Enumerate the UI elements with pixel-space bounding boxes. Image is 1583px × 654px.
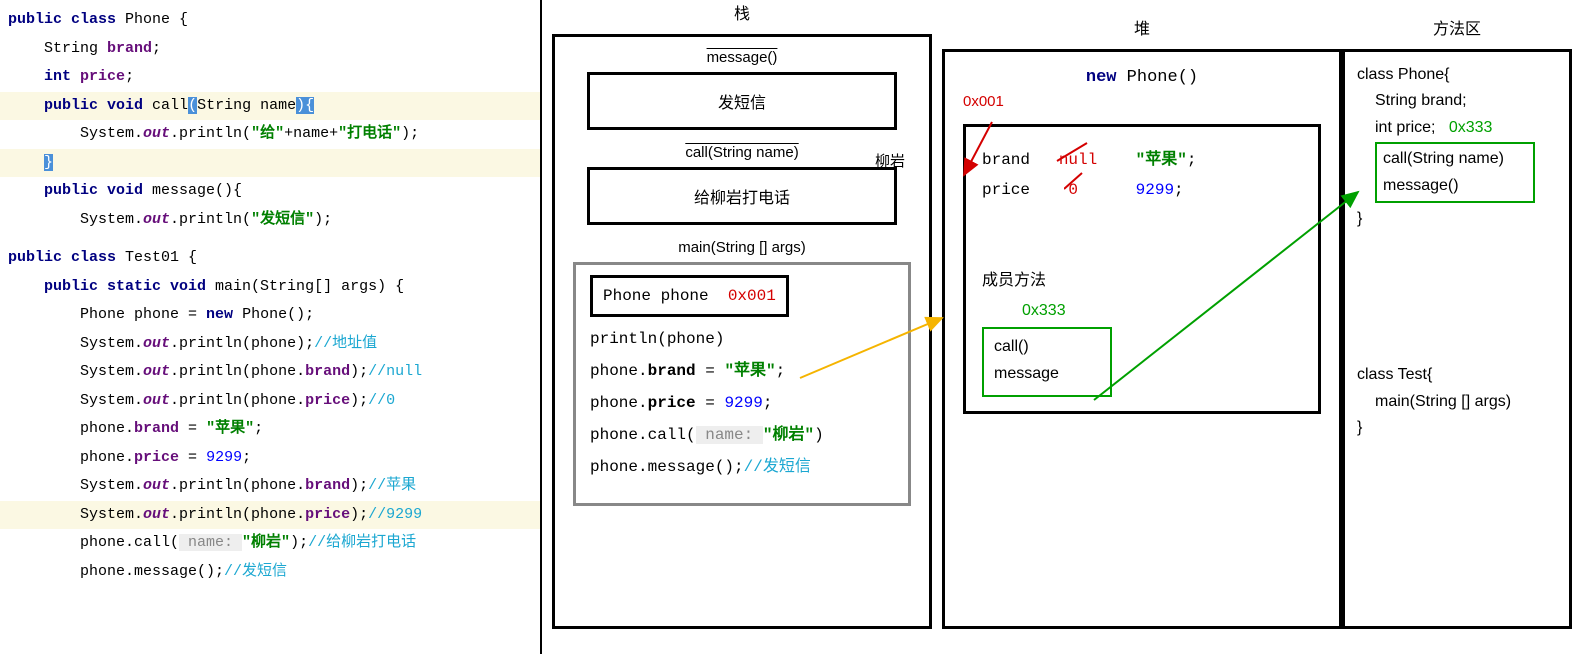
field-row: price 0 9299; [982, 175, 1302, 205]
method-area-box: class Phone{ String brand; int price; 0x… [1342, 49, 1572, 629]
code-editor: public class Phone { String brand; int p… [0, 0, 540, 654]
method-area-title: 方法区 [1342, 15, 1572, 39]
stmt: println(phone) [590, 323, 894, 355]
code-line: System.out.println(phone);//地址值 [0, 330, 540, 359]
method-ref-box: call() message [982, 327, 1112, 397]
heap-title: 堆 [942, 15, 1342, 39]
method-def-box: call(String name) message() [1375, 142, 1535, 203]
phone-variable: Phone phone 0x001 [590, 275, 789, 317]
stack-frame-label: call(String name) [657, 144, 827, 161]
code-line: public static void main(String[] args) { [0, 273, 540, 302]
param-label: 柳岩 [875, 150, 905, 171]
stack-frame-box: 发短信 [587, 72, 897, 130]
code-line: phone.brand = "苹果"; [0, 415, 540, 444]
stmt: phone.price = 9299; [590, 387, 894, 419]
code-line: System.out.println(phone.price);//0 [0, 387, 540, 416]
stack-title: 栈 [552, 0, 932, 24]
stack-frame-box: 给柳岩打电话 [587, 167, 897, 225]
member-label: 成员方法 [982, 266, 1302, 296]
code-line: phone.call( name: "柳岩");//给柳岩打电话 [0, 529, 540, 558]
code-line: public class Phone { [0, 6, 540, 35]
memory-diagram: 栈 message() 发短信 call(String name) 柳岩 给柳岩… [540, 0, 1583, 654]
code-line: System.out.println(phone.price);//9299 [0, 501, 540, 530]
class-def: class Test{ main(String [] args) } [1357, 362, 1557, 441]
class-def: class Phone{ String brand; int price; 0x… [1357, 62, 1557, 232]
code-line: System.out.println(phone.brand);//null [0, 358, 540, 387]
stmt: phone.message();//发短信 [590, 451, 894, 483]
code-line: System.out.println("给"+name+"打电话"); [0, 120, 540, 149]
heap-column: 堆 new Phone() 0x001 brand null "苹果"; pri… [942, 15, 1342, 629]
object-box: brand null "苹果"; price 0 9299; [963, 124, 1321, 414]
code-line: System.out.println("发短信"); [0, 206, 540, 235]
code-line: int price; [0, 63, 540, 92]
code-line: Phone phone = new Phone(); [0, 301, 540, 330]
stack-box: message() 发短信 call(String name) 柳岩 给柳岩打电… [552, 34, 932, 629]
code-line: public class Test01 { [0, 244, 540, 273]
heap-box: new Phone() 0x001 brand null "苹果"; price… [942, 49, 1342, 629]
stmt: phone.call( name: "柳岩") [590, 419, 894, 451]
code-line: System.out.println(phone.brand);//苹果 [0, 472, 540, 501]
field-row: brand null "苹果"; [982, 145, 1302, 175]
code-line: public void call(String name){ [0, 92, 540, 121]
stack-frame-label: message() [677, 49, 807, 66]
stmt: phone.brand = "苹果"; [590, 355, 894, 387]
main-frame: Phone phone 0x001 println(phone) phone.b… [573, 262, 911, 506]
code-line: phone.price = 9299; [0, 444, 540, 473]
code-line: public void message(){ [0, 177, 540, 206]
code-line: } [0, 149, 540, 178]
code-line: phone.message();//发短信 [0, 558, 540, 587]
method-addr: 0x333 [1022, 296, 1302, 326]
stack-frame-label: main(String [] args) [567, 239, 917, 256]
heap-addr: 0x001 [963, 93, 1321, 110]
method-area-column: 方法区 class Phone{ String brand; int price… [1342, 15, 1572, 629]
code-line: String brand; [0, 35, 540, 64]
stack-column: 栈 message() 发短信 call(String name) 柳岩 给柳岩… [552, 0, 932, 629]
heap-new-label: new Phone() [963, 68, 1321, 87]
